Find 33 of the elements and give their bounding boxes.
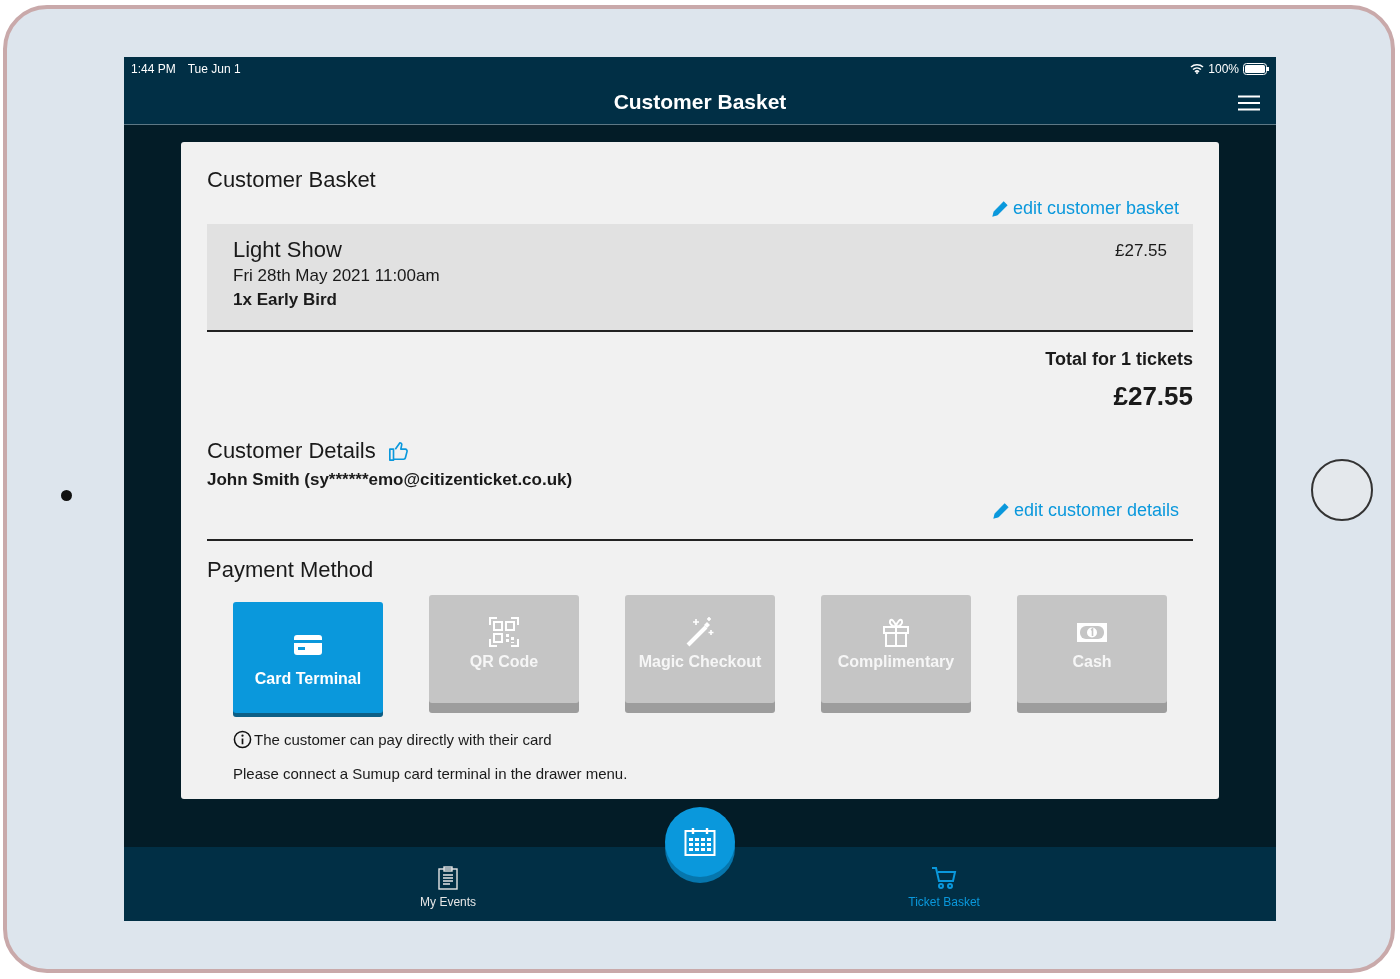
customer-details: John Smith (sy******emo@citizenticket.co.uk)	[207, 469, 574, 491]
status-time: 1:44 PM	[131, 60, 176, 78]
clipboard-icon	[437, 865, 460, 890]
nav-tab[interactable]: My Events	[420, 857, 477, 911]
qr-code-icon	[488, 615, 520, 648]
section-title: Payment Method	[207, 555, 375, 584]
nav-tab[interactable]: Ticket Basket	[908, 857, 980, 911]
calendar-icon	[684, 827, 716, 857]
ticket-quantity: 1x Early Bird	[233, 289, 338, 311]
total-label: Total for 1 tickets	[1045, 348, 1193, 371]
status-date: Tue Jun 1	[187, 60, 241, 78]
pencil-icon	[991, 200, 1009, 217]
screen-title: Customer Basket	[613, 89, 787, 116]
thumbs-up-icon	[387, 439, 410, 462]
menu-icon[interactable]	[1238, 95, 1260, 111]
edit-basket-link[interactable]: edit customer basket	[991, 195, 1179, 222]
terminal-note: Please connect a Sumup card terminal in the drawer menu.	[232, 764, 629, 784]
battery-percent: 100%	[1208, 60, 1239, 78]
section-title: Customer Details	[207, 437, 376, 465]
event-date: Fri 28th May 2021 11:00am	[233, 265, 440, 287]
event-name: Light Show	[233, 236, 343, 264]
cart-icon	[931, 865, 958, 890]
home-button[interactable]	[1311, 459, 1373, 521]
battery-icon	[1243, 62, 1269, 75]
item-price: £27.55	[1115, 240, 1167, 262]
magic-wand-icon	[684, 615, 716, 648]
pencil-icon	[992, 501, 1010, 519]
info-icon	[233, 730, 252, 750]
info-text: The customer can pay directly with their card	[254, 729, 552, 750]
total-amount: £27.55	[1113, 380, 1193, 413]
section-title: Customer Basket	[207, 166, 377, 194]
edit-details-link[interactable]: edit customer details	[992, 496, 1179, 524]
wifi-icon	[1190, 63, 1205, 74]
